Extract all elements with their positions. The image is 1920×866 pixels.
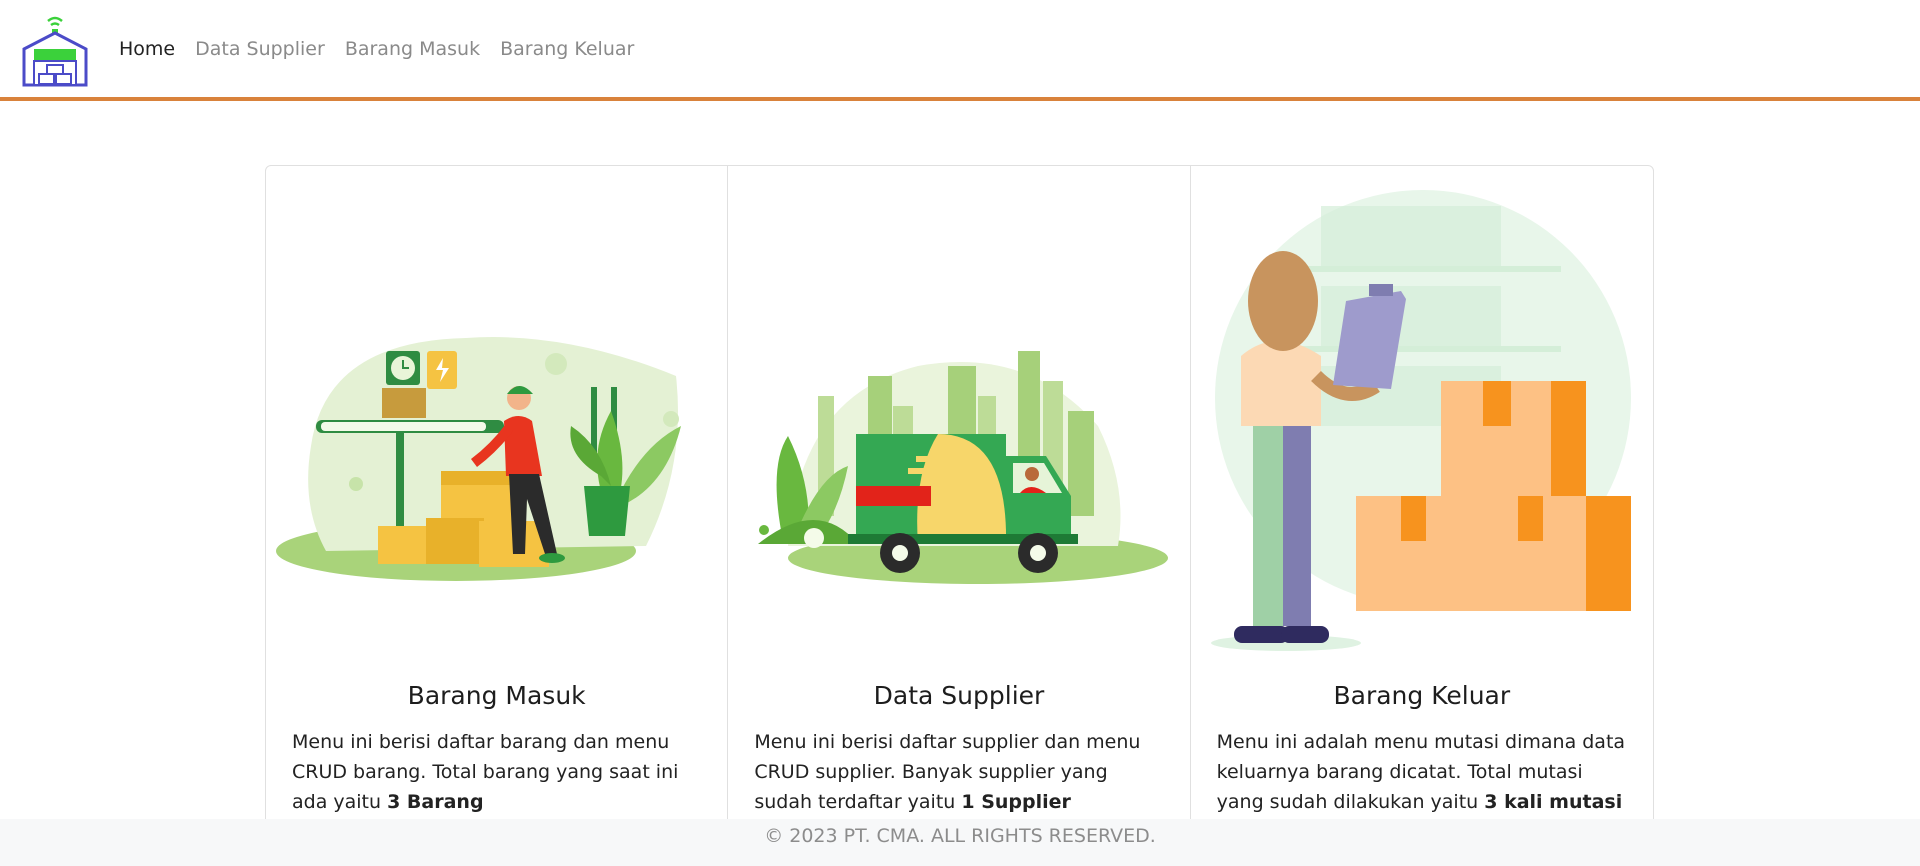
card-text: Menu ini adalah menu mutasi dimana data … (1216, 731, 1626, 813)
nav-barang-masuk[interactable]: Barang Masuk (345, 38, 480, 60)
footer-text: © 2023 PT. CMA. ALL RIGHTS RESERVED. (764, 825, 1156, 847)
card-text: Menu ini berisi daftar supplier dan menu… (754, 731, 1141, 813)
navbar: Home Data Supplier Barang Masuk Barang K… (0, 0, 1920, 101)
card-highlight: 1 Supplier (961, 791, 1071, 813)
nav-data-supplier[interactable]: Data Supplier (195, 38, 325, 60)
footer: © 2023 PT. CMA. ALL RIGHTS RESERVED. (0, 819, 1920, 866)
card-barang-masuk[interactable]: Barang Masuk Menu ini berisi daftar bara… (266, 166, 729, 824)
card-group: Barang Masuk Menu ini berisi daftar bara… (265, 165, 1654, 825)
card-highlight: 3 Barang (387, 791, 484, 813)
clipboard-boxes-illustration (1210, 190, 1631, 651)
nav-barang-keluar[interactable]: Barang Keluar (500, 38, 634, 60)
card-title: Data Supplier (873, 681, 1045, 710)
delivery-truck-illustration (758, 351, 1169, 584)
warehouse-logo-icon[interactable] (22, 15, 88, 87)
nav-home[interactable]: Home (119, 38, 175, 60)
card-data-supplier[interactable]: Data Supplier Menu ini berisi daftar sup… (728, 166, 1191, 824)
nav-links: Home Data Supplier Barang Masuk Barang K… (119, 38, 634, 60)
card-title: Barang Keluar (1333, 681, 1511, 710)
worker-boxes-illustration (276, 337, 681, 581)
card-title: Barang Masuk (407, 681, 586, 710)
card-highlight: 3 kali mutasi (1484, 791, 1623, 813)
card-text: Menu ini berisi daftar barang dan menu C… (292, 731, 679, 813)
card-barang-keluar[interactable]: Barang Keluar Menu ini adalah menu mutas… (1191, 166, 1653, 824)
